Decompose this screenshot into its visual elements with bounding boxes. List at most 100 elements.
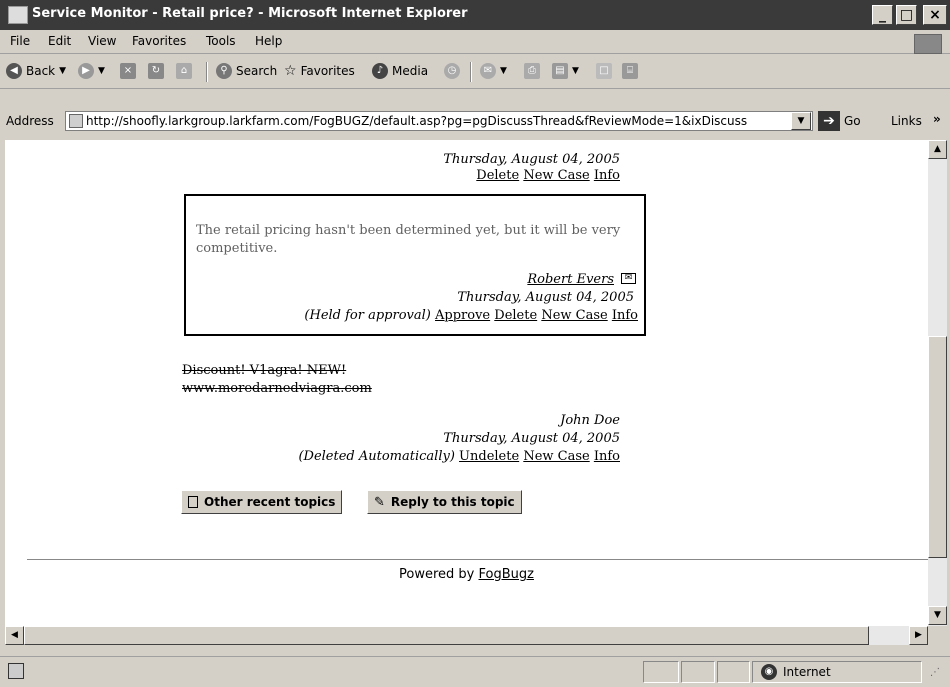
go-arrow-icon: ➔ [818,111,840,131]
media-button[interactable]: ♪ Media [372,63,428,79]
held-status: (Held for approval) [304,308,431,323]
address-dropdown-button[interactable]: ▼ [791,112,811,130]
footer-divider [27,559,928,560]
print-icon: ⎙ [524,63,540,79]
back-arrow-icon: ◀ [6,63,22,79]
info-link[interactable]: Info [594,449,620,464]
links-button[interactable]: Links [891,114,922,128]
print-button[interactable]: ⎙ [524,63,540,79]
go-button[interactable]: ➔ Go [818,111,861,131]
windows-logo-icon [914,34,942,54]
menu-bar: File Edit View Favorites Tools Help [0,31,950,54]
menu-tools[interactable]: Tools [206,34,236,48]
refresh-button[interactable]: ↻ [148,63,164,79]
spam-line: Discount! V1agra! NEW! [182,363,347,378]
status-bar: ◉ Internet ⋰ [0,656,950,687]
research-button[interactable]: ⌸ [622,63,638,79]
chevron-down-icon: ▼ [572,66,579,76]
discuss-button[interactable]: □ [596,63,612,79]
scroll-right-icon[interactable]: ▶ [909,626,928,645]
menu-help[interactable]: Help [255,34,282,48]
edit-button[interactable]: ▤ ▼ [552,63,579,79]
forward-button[interactable]: ▶ ▼ [78,63,105,79]
horizontal-scroll-thumb[interactable] [24,626,869,645]
home-button[interactable]: ⌂ [176,63,192,79]
links-more-icon[interactable]: » [933,112,941,126]
held-post-box: The retail pricing hasn't been determine… [184,194,646,336]
scroll-left-icon[interactable]: ◀ [5,626,24,645]
edit-icon: ▤ [552,63,568,79]
new-case-link[interactable]: New Case [541,308,607,323]
status-panel [681,661,715,683]
delete-link[interactable]: Delete [494,308,537,323]
status-panel [717,661,750,683]
ie-page-icon [8,6,28,24]
address-label: Address [6,114,54,128]
toolbar-separator [470,62,472,82]
resize-grip-icon[interactable]: ⋰ [930,667,940,678]
stop-button[interactable]: × [120,63,136,79]
mail-icon: ✉ [480,63,496,79]
title-bar: Service Monitor - Retail price? - Micros… [0,0,950,30]
page-content: Thursday, August 04, 2005 Delete New Cas… [5,140,928,626]
address-input[interactable]: http://shoofly.larkgroup.larkfarm.com/Fo… [65,111,813,131]
post2-body: The retail pricing hasn't been determine… [196,223,621,256]
globe-icon: ◉ [761,664,777,680]
chevron-down-icon: ▼ [98,66,105,76]
close-button[interactable]: × [923,5,947,25]
chevron-down-icon: ▼ [500,66,507,76]
info-link[interactable]: Info [612,308,638,323]
search-button[interactable]: ⚲ Search [216,63,277,79]
back-button[interactable]: ◀ Back ▼ [6,63,66,79]
reply-to-topic-button[interactable]: ✎ Reply to this topic [367,490,522,514]
approve-link[interactable]: Approve [435,308,490,323]
forward-arrow-icon: ▶ [78,63,94,79]
refresh-icon: ↻ [148,63,164,79]
delete-link[interactable]: Delete [476,168,519,183]
post1-actions: Delete New Case Info [476,168,620,183]
email-icon[interactable]: ✉ [621,273,636,284]
window-title: Service Monitor - Retail price? - Micros… [32,6,468,21]
scroll-up-icon[interactable]: ▲ [928,140,947,159]
post3-date: Thursday, August 04, 2005 [443,431,620,446]
menu-edit[interactable]: Edit [48,34,71,48]
toolbar: ◀ Back ▼ ▶ ▼ × ↻ ⌂ ⚲ Search ☆ Favorites … [0,54,950,89]
mail-button[interactable]: ✉ ▼ [480,63,507,79]
vertical-scrollbar[interactable]: ▲ ▼ [928,140,947,626]
fogbugz-link[interactable]: FogBugz [479,567,534,582]
new-case-link[interactable]: New Case [523,168,589,183]
scroll-down-icon[interactable]: ▼ [928,606,947,625]
post2-actions: (Held for approval) Approve Delete New C… [304,308,638,323]
home-icon: ⌂ [176,63,192,79]
post2-date: Thursday, August 04, 2005 [457,290,634,305]
spam-post-body: Discount! V1agra! NEW! www.moredarnedvia… [182,362,372,398]
vertical-scroll-thumb[interactable] [928,336,947,558]
author-link[interactable]: Robert Evers [527,272,614,287]
discuss-icon: □ [596,63,612,79]
menu-favorites[interactable]: Favorites [132,34,186,48]
reply-pencil-icon: ✎ [374,494,385,510]
address-bar: Address http://shoofly.larkgroup.larkfar… [0,107,950,137]
deleted-status: (Deleted Automatically) [298,449,455,464]
maximize-button[interactable]: □ [896,5,917,25]
menu-file[interactable]: File [10,34,30,48]
favorites-button[interactable]: ☆ Favorites [284,63,355,79]
other-recent-topics-button[interactable]: Other recent topics [181,490,343,514]
media-icon: ♪ [372,63,388,79]
history-icon: ◷ [444,63,460,79]
chevron-down-icon: ▼ [59,66,67,76]
menu-view[interactable]: View [88,34,116,48]
stop-icon: × [120,63,136,79]
post3-author: John Doe [560,413,620,428]
minimize-button[interactable]: _ [872,5,893,25]
status-panel [643,661,679,683]
toolbar-separator [206,62,208,82]
info-link[interactable]: Info [594,168,620,183]
horizontal-scrollbar[interactable]: ◀ ▶ [5,626,928,645]
search-icon: ⚲ [216,63,232,79]
new-case-link[interactable]: New Case [523,449,589,464]
page-status-icon [8,663,24,679]
undelete-link[interactable]: Undelete [459,449,519,464]
document-icon [188,496,198,508]
history-button[interactable]: ◷ [444,63,460,79]
